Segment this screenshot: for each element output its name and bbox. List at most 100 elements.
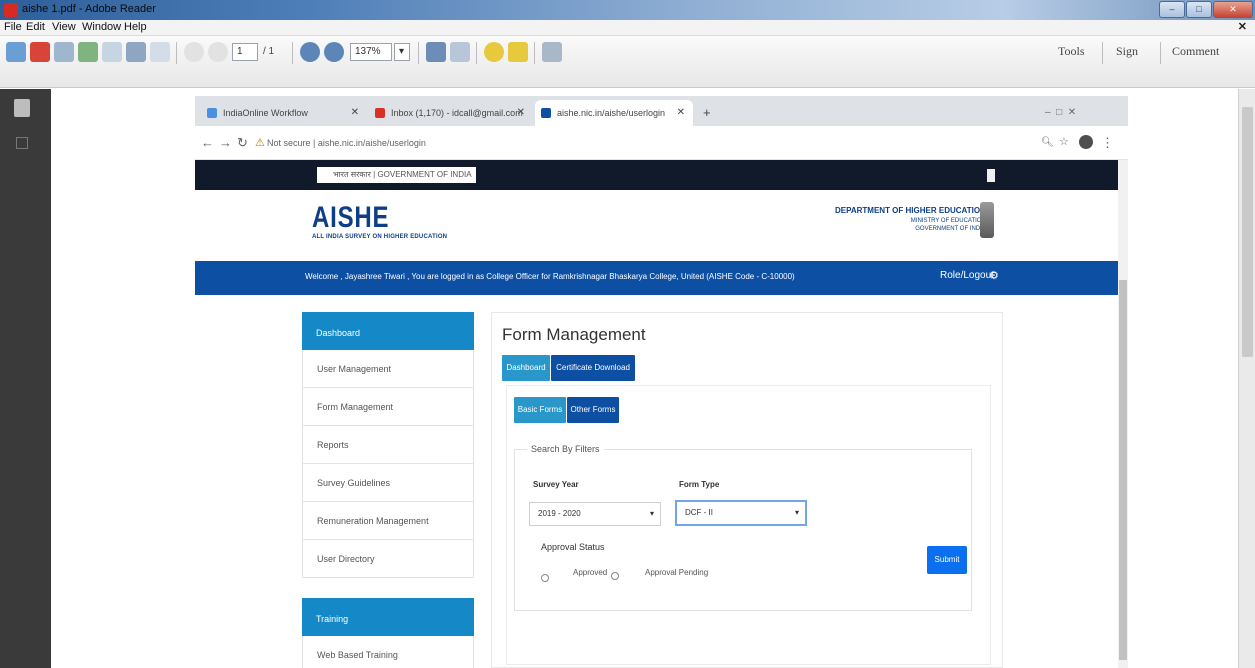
page-total: / 1 (263, 46, 275, 57)
close-tab-icon[interactable]: ✕ (677, 100, 685, 126)
new-tab-button[interactable]: + (699, 100, 719, 126)
expand-icon[interactable] (542, 42, 562, 62)
browser-tab-bar: IndiaOnline Workflow ✕ Inbox (1,170) - i… (195, 96, 1128, 126)
zoom-out-icon[interactable] (300, 42, 320, 62)
approved-radio[interactable] (541, 574, 549, 582)
gear-icon[interactable]: ⚙ (989, 269, 999, 282)
window-controls: – □ ✕ (1159, 1, 1253, 18)
sidebar-item-remuneration-management[interactable]: Remuneration Management (302, 502, 474, 540)
browser-tab-3[interactable]: aishe.nic.in/aishe/userlogin ✕ (535, 100, 693, 126)
page-number-input[interactable]: 1 (232, 43, 258, 61)
page-thumbnails-icon[interactable] (14, 99, 30, 117)
zoom-dropdown-icon[interactable]: ▾ (394, 43, 410, 61)
page-title: Form Management (502, 325, 646, 344)
next-page-icon[interactable] (208, 42, 228, 62)
sidebar-item-form-management[interactable]: Form Management (302, 388, 474, 426)
back-icon[interactable]: ← (201, 135, 214, 150)
form-management-panel: Form Management Dashboard Certificate Do… (491, 312, 1003, 668)
edit-icon[interactable] (54, 42, 74, 62)
reader-title-bar: aishe 1.pdf - Adobe Reader – □ ✕ (0, 0, 1255, 20)
close-icon[interactable]: ✕ (1213, 1, 1253, 18)
sidebar-item-survey-guidelines[interactable]: Survey Guidelines (302, 464, 474, 502)
url-input[interactable]: Not secure | aishe.nic.in/aishe/userlogi… (267, 138, 426, 148)
sidebar-item-user-management[interactable]: User Management (302, 350, 474, 388)
tab-certificate-download[interactable]: Certificate Download (551, 355, 635, 381)
zoom-level-select[interactable]: 137% (350, 43, 392, 61)
survey-year-select[interactable]: 2019 - 2020 ▾ (529, 502, 661, 526)
menu-edit[interactable]: Edit (26, 21, 45, 33)
department-block: DEPARTMENT OF HIGHER EDUCATION MINISTRY … (835, 206, 986, 232)
forward-icon[interactable]: → (219, 135, 232, 150)
government-label: भारत सरकार | GOVERNMENT OF INDIA (317, 167, 476, 183)
browser-close-icon[interactable]: ✕ (1068, 107, 1076, 118)
menu-help[interactable]: Help (124, 21, 147, 33)
reload-icon[interactable]: ↻ (237, 135, 248, 151)
sidebar-item-reports[interactable]: Reports (302, 426, 474, 464)
tab-dashboard[interactable]: Dashboard (502, 355, 550, 381)
approval-pending-radio[interactable] (611, 572, 619, 580)
sidebar-head-dashboard[interactable]: Dashboard (302, 312, 474, 350)
document-scrollbar[interactable] (1238, 89, 1255, 668)
tools-button[interactable]: Tools (1058, 44, 1085, 59)
browser-menu-icon[interactable]: ⋮ (1101, 135, 1114, 151)
chevron-down-icon: ▾ (649, 509, 654, 518)
close-document-icon[interactable]: ✕ (1238, 20, 1247, 33)
sidebar-head-training[interactable]: Training (302, 598, 474, 636)
maximize-icon[interactable]: □ (1186, 1, 1212, 18)
tab-other-forms[interactable]: Other Forms (567, 397, 619, 423)
sidebar-item-web-based-training[interactable]: Web Based Training (302, 636, 474, 668)
print-icon[interactable] (126, 42, 146, 62)
menu-window[interactable]: Window (82, 21, 121, 33)
browser-minimize-icon[interactable]: – (1045, 107, 1051, 118)
aishe-logo[interactable]: AISHE ALL INDIA SURVEY ON HIGHER EDUCATI… (312, 201, 447, 241)
save-icon[interactable] (102, 42, 122, 62)
browser-maximize-icon[interactable]: □ (1056, 107, 1062, 118)
comment-button[interactable]: Comment (1172, 44, 1219, 59)
attachments-icon[interactable] (16, 137, 28, 149)
profile-avatar[interactable] (1079, 135, 1093, 149)
reader-toolbar: 1 / 1 137% ▾ Tools Sign Comment (0, 36, 1255, 88)
screen: aishe 1.pdf - Adobe Reader – □ ✕ File Ed… (0, 0, 1255, 668)
sign-button[interactable]: Sign (1116, 44, 1138, 59)
fit-page-icon[interactable] (426, 42, 446, 62)
browser-window-controls: – □ ✕ (1045, 100, 1121, 126)
filters-legend: Search By Filters (527, 444, 604, 454)
tab-basic-forms[interactable]: Basic Forms (514, 397, 566, 423)
create-pdf-icon[interactable] (6, 42, 26, 62)
reader-window-title: aishe 1.pdf - Adobe Reader (22, 3, 156, 15)
browser-tab-2[interactable]: Inbox (1,170) - idcall@gmail.com ✕ (369, 100, 533, 126)
acrobat-icon[interactable] (30, 42, 50, 62)
highlight-icon[interactable] (508, 42, 528, 62)
embedded-browser-screenshot: IndiaOnline Workflow ✕ Inbox (1,170) - i… (195, 96, 1128, 668)
share-icon[interactable] (78, 42, 98, 62)
form-type-select[interactable]: DCF - II ▾ (675, 500, 807, 526)
minimize-icon[interactable]: – (1159, 1, 1185, 18)
bookmark-star-icon[interactable]: ☆ (1059, 135, 1069, 148)
zoom-icon[interactable]: 🔍︎ (1041, 137, 1054, 148)
government-strip: भारत सरकार | GOVERNMENT OF INDIA (195, 160, 1128, 190)
browser-scroll-thumb[interactable] (1119, 280, 1127, 660)
tab-label: IndiaOnline Workflow (223, 108, 308, 118)
menu-file[interactable]: File (4, 21, 22, 33)
not-secure-icon: ⚠ (255, 137, 265, 149)
role-logout-link[interactable]: Role/Logout (940, 270, 994, 281)
submit-button[interactable]: Submit (927, 546, 967, 574)
comment-icon[interactable] (484, 42, 504, 62)
sidebar: Dashboard User Management Form Managemen… (302, 312, 474, 668)
prev-page-icon[interactable] (184, 42, 204, 62)
approval-pending-label: Approval Pending (645, 568, 709, 577)
document-scroll-thumb[interactable] (1242, 107, 1253, 357)
sidebar-item-user-directory[interactable]: User Directory (302, 540, 474, 578)
close-tab-icon[interactable]: ✕ (517, 100, 525, 126)
zoom-in-icon[interactable] (324, 42, 344, 62)
browser-scrollbar[interactable] (1118, 160, 1128, 668)
close-tab-icon[interactable]: ✕ (351, 100, 359, 126)
fit-width-icon[interactable] (450, 42, 470, 62)
national-emblem-icon (980, 202, 994, 238)
menu-view[interactable]: View (52, 21, 76, 33)
approval-status-label: Approval Status (541, 542, 605, 552)
browser-tab-1[interactable]: IndiaOnline Workflow ✕ (201, 100, 367, 126)
approved-label: Approved (573, 568, 608, 577)
logo-title: AISHE (312, 201, 390, 234)
email-icon[interactable] (150, 42, 170, 62)
